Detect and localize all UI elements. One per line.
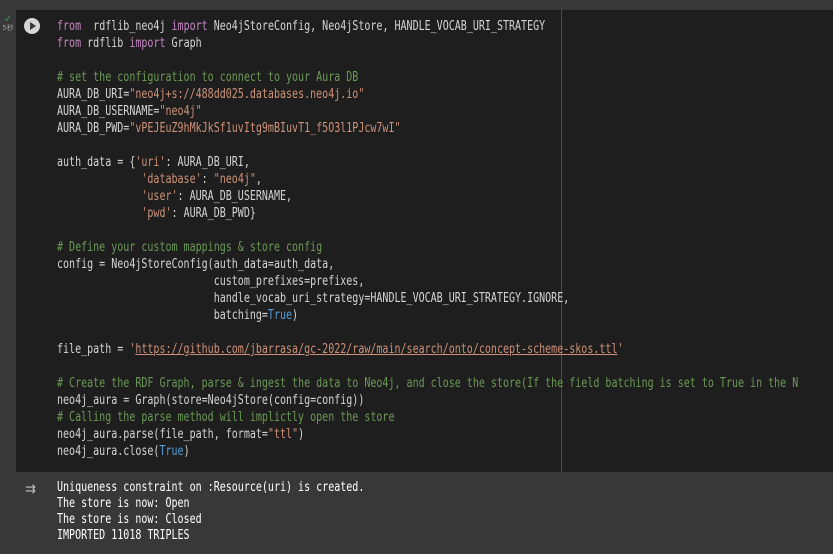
code-token: True xyxy=(267,308,293,323)
code-line: config = Neo4jStoreConfig(auth_data=auth… xyxy=(57,256,798,273)
code-line: 'pwd': AURA_DB_PWD} xyxy=(57,205,798,222)
code-token: auth_data = { xyxy=(57,155,136,170)
code-line: file_path = 'https://github.com/jbarrasa… xyxy=(57,341,798,358)
check-icon: ✓ xyxy=(3,14,13,25)
code-token: 'database' xyxy=(141,172,202,187)
code-token: # set the configuration to connect to yo… xyxy=(57,70,359,85)
code-line: # Define your custom mappings & store co… xyxy=(57,239,798,256)
code-line: AURA_DB_USERNAME="neo4j" xyxy=(57,103,798,120)
code-editor[interactable]: from rdflib_neo4j import Neo4jStoreConfi… xyxy=(57,18,798,460)
code-token: import xyxy=(171,19,208,34)
code-token: "vPEJEuZ9hMkJkSf1uvItg9mBIuvT1_f5O3l1PJc… xyxy=(129,121,401,136)
top-strip xyxy=(0,0,833,10)
code-token: ) xyxy=(292,308,299,323)
code-token: rdflib_neo4j xyxy=(81,19,172,34)
code-token: "ttl" xyxy=(267,427,299,442)
code-token: AURA_DB_PWD= xyxy=(57,121,130,136)
code-line: from rdflib import Graph xyxy=(57,35,798,52)
code-token: Neo4jStoreConfig, Neo4jStore, HANDLE_VOC… xyxy=(207,19,546,34)
code-token: custom_prefixes=prefixes, xyxy=(57,274,365,289)
execution-time: 5秒 xyxy=(2,24,14,32)
output-line: IMPORTED 11018 TRIPLES xyxy=(57,528,190,543)
code-token: "neo4j+s://488dd025.databases.neo4j.io" xyxy=(129,87,365,102)
code-line: # Create the RDF Graph, parse & ingest t… xyxy=(57,375,798,392)
code-line: neo4j_aura.parse(file_path, format="ttl"… xyxy=(57,426,798,443)
cell-output: Uniqueness constraint on :Resource(uri) … xyxy=(57,480,364,544)
execution-status: ✓ 5秒 xyxy=(1,14,15,33)
run-cell-button[interactable] xyxy=(24,18,40,34)
code-token: "neo4j" xyxy=(159,104,202,119)
code-line: handle_vocab_uri_strategy=HANDLE_VOCAB_U… xyxy=(57,290,798,307)
code-line: # Calling the parse method will implictl… xyxy=(57,409,798,426)
code-token: "neo4j" xyxy=(213,172,256,187)
code-token: : AURA_DB_USERNAME, xyxy=(177,189,293,204)
code-token: 'uri' xyxy=(135,155,166,170)
output-line: The store is now: Closed xyxy=(57,512,202,527)
code-token: 'pwd' xyxy=(141,206,172,221)
code-token: rdflib xyxy=(81,36,130,51)
code-token: # Create the RDF Graph, parse & ingest t… xyxy=(57,376,799,391)
code-line: neo4j_aura.close(True) xyxy=(57,443,798,460)
code-token: : AURA_DB_URI, xyxy=(165,155,250,170)
code-line: AURA_DB_URI="neo4j+s://488dd025.database… xyxy=(57,86,798,103)
code-token: AURA_DB_USERNAME= xyxy=(57,104,160,119)
code-token: : AURA_DB_PWD} xyxy=(171,206,256,221)
code-token: 'user' xyxy=(141,189,178,204)
code-token: from xyxy=(57,19,82,34)
code-token: AURA_DB_URI= xyxy=(57,87,130,102)
cell-gutter xyxy=(0,10,16,472)
code-line: 'database': "neo4j", xyxy=(57,171,798,188)
code-token: ) xyxy=(298,427,305,442)
file-path-link[interactable]: https://github.com/jbarrasa/gc-2022/raw/… xyxy=(135,342,617,357)
code-token: ' xyxy=(617,342,624,357)
code-line: custom_prefixes=prefixes, xyxy=(57,273,798,290)
code-line: batching=True) xyxy=(57,307,798,324)
code-token: from xyxy=(57,36,82,51)
code-token: handle_vocab_uri_strategy=HANDLE_VOCAB_U… xyxy=(57,291,570,306)
code-line: neo4j_aura = Graph(store=Neo4jStore(conf… xyxy=(57,392,798,409)
code-token: neo4j_aura.close( xyxy=(57,444,160,459)
code-line: 'user': AURA_DB_USERNAME, xyxy=(57,188,798,205)
code-token: file_path = xyxy=(57,342,130,357)
code-token: Graph xyxy=(165,36,202,51)
output-line: Uniqueness constraint on :Resource(uri) … xyxy=(57,480,365,495)
code-token: import xyxy=(129,36,166,51)
code-token: : xyxy=(201,172,214,187)
code-token: , xyxy=(255,172,262,187)
code-token: ) xyxy=(183,444,190,459)
code-line: AURA_DB_PWD="vPEJEuZ9hMkJkSf1uvItg9mBIuv… xyxy=(57,120,798,137)
output-line: The store is now: Open xyxy=(57,496,190,511)
code-token: True xyxy=(159,444,184,459)
code-token: neo4j_aura.parse(file_path, format= xyxy=(57,427,268,442)
code-token: # Define your custom mappings & store co… xyxy=(57,240,323,255)
code-token: batching= xyxy=(57,308,268,323)
output-toggle-icon[interactable]: ⇉ xyxy=(25,482,36,497)
code-token: neo4j_aura = Graph(store=Neo4jStore(conf… xyxy=(57,393,365,408)
code-line: from rdflib_neo4j import Neo4jStoreConfi… xyxy=(57,18,798,35)
code-line: auth_data = {'uri': AURA_DB_URI, xyxy=(57,154,798,171)
code-token: config = Neo4jStoreConfig(auth_data=auth… xyxy=(57,257,335,272)
code-line: # set the configuration to connect to yo… xyxy=(57,69,798,86)
code-token: # Calling the parse method will implictl… xyxy=(57,410,395,425)
